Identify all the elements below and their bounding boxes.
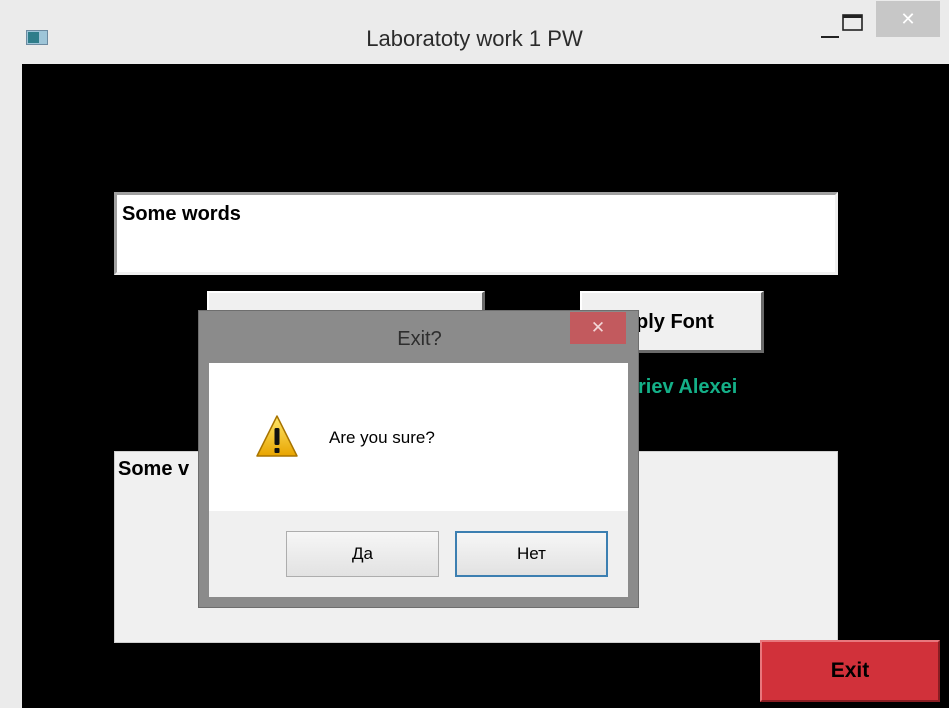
- main-window: Laboratoty work 1 PW ✕ Some words ply Fo…: [0, 0, 949, 708]
- yes-button[interactable]: Да: [286, 531, 439, 577]
- warning-icon: [256, 415, 298, 457]
- exit-dialog: Exit? ✕ Are you sure? Да Нет: [198, 310, 639, 608]
- close-icon[interactable]: ✕: [876, 1, 940, 37]
- exit-button[interactable]: Exit: [760, 640, 940, 702]
- dialog-close-icon[interactable]: ✕: [570, 312, 626, 344]
- text-input[interactable]: Some words: [114, 192, 838, 275]
- dialog-message: Are you sure?: [329, 428, 435, 447]
- output-text: Some v: [118, 458, 190, 480]
- text-input-value: Some words: [122, 203, 241, 225]
- apply-font-label: ply Font: [636, 311, 714, 333]
- title-bar[interactable]: Laboratoty work 1 PW ✕: [0, 0, 949, 64]
- maximize-icon[interactable]: [838, 10, 868, 36]
- no-button[interactable]: Нет: [455, 531, 608, 577]
- window-title: Laboratoty work 1 PW: [366, 26, 583, 51]
- author-text: riev Alexei: [638, 376, 738, 398]
